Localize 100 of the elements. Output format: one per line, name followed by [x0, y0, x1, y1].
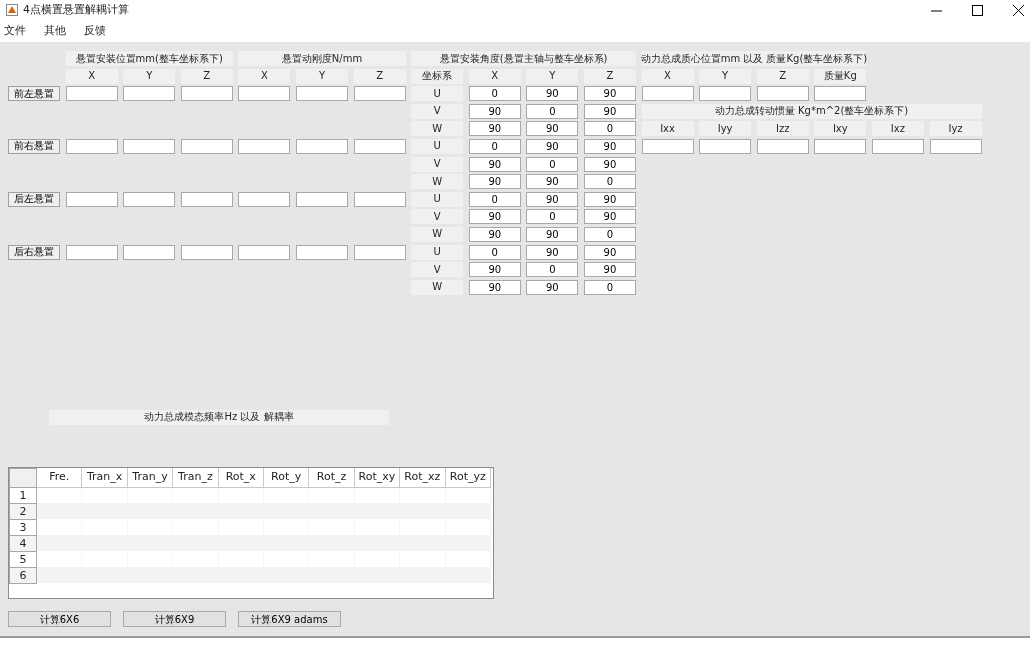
input-field[interactable]: 90 — [526, 121, 579, 137]
mount-button[interactable]: 后左悬置 — [8, 191, 60, 207]
input-field[interactable] — [65, 244, 118, 260]
input-field[interactable] — [641, 86, 694, 102]
column-header: Rot_xy — [354, 468, 400, 488]
input-field[interactable]: 0 — [526, 103, 579, 119]
column-header: Rot_yz — [445, 468, 491, 488]
section-title: 悬置动刚度N/mm — [238, 51, 406, 66]
input-field[interactable]: 90 — [468, 103, 521, 119]
input-field[interactable]: 0 — [583, 279, 636, 295]
column-label: X — [468, 68, 521, 84]
column-label: Ixz — [871, 121, 924, 137]
row-label: U — [411, 138, 464, 154]
input-field[interactable]: 90 — [583, 138, 636, 154]
input-field[interactable] — [814, 86, 867, 102]
input-field[interactable] — [929, 138, 982, 154]
input-field[interactable] — [180, 244, 233, 260]
input-field[interactable] — [295, 191, 348, 207]
input-field[interactable] — [238, 244, 291, 260]
column-header: Fre. — [36, 468, 82, 488]
input-field[interactable] — [123, 191, 176, 207]
column-label: Y — [295, 68, 348, 84]
input-field[interactable]: 90 — [468, 174, 521, 190]
input-field[interactable]: 90 — [526, 279, 579, 295]
column-header: Tran_z — [172, 468, 219, 488]
calculate-button[interactable]: 计算6X9 adams — [238, 610, 341, 627]
input-field[interactable] — [641, 138, 694, 154]
input-field[interactable]: 90 — [583, 86, 636, 102]
input-field[interactable]: 90 — [468, 262, 521, 278]
mount-button[interactable]: 前右悬置 — [8, 138, 60, 154]
input-field[interactable]: 90 — [526, 226, 579, 242]
input-field[interactable] — [65, 86, 118, 102]
column-label: 质量Kg — [814, 68, 867, 84]
input-field[interactable]: 0 — [583, 174, 636, 190]
input-field[interactable]: 90 — [468, 209, 521, 225]
input-field[interactable]: 0 — [526, 156, 579, 172]
input-field[interactable]: 90 — [468, 279, 521, 295]
input-field[interactable] — [65, 138, 118, 154]
input-field[interactable]: 90 — [583, 191, 636, 207]
input-field[interactable]: 90 — [583, 244, 636, 260]
column-label: Izz — [756, 121, 809, 137]
input-field[interactable] — [756, 86, 809, 102]
input-field[interactable] — [353, 191, 406, 207]
input-field[interactable]: 90 — [468, 226, 521, 242]
input-field[interactable]: 90 — [526, 174, 579, 190]
mount-button[interactable]: 前左悬置 — [8, 86, 60, 102]
row-label: W — [411, 279, 464, 295]
input-field[interactable]: 90 — [583, 156, 636, 172]
menu-item[interactable]: 文件 — [4, 22, 26, 40]
mount-button[interactable]: 后右悬置 — [8, 244, 60, 260]
menu-item[interactable]: 反馈 — [84, 22, 106, 40]
input-field[interactable] — [699, 138, 752, 154]
input-field[interactable] — [353, 86, 406, 102]
input-field[interactable]: 0 — [583, 121, 636, 137]
input-field[interactable] — [238, 191, 291, 207]
column-label: Y — [699, 68, 752, 84]
calculate-button[interactable]: 计算6X9 — [123, 610, 226, 627]
input-field[interactable] — [814, 138, 867, 154]
input-field[interactable]: 0 — [468, 86, 521, 102]
input-field[interactable]: 0 — [583, 226, 636, 242]
input-field[interactable]: 0 — [468, 244, 521, 260]
column-header: Rot_x — [218, 468, 264, 488]
input-field[interactable] — [699, 86, 752, 102]
input-field[interactable]: 90 — [583, 262, 636, 278]
input-field[interactable] — [180, 191, 233, 207]
input-field[interactable] — [123, 86, 176, 102]
section-title: 悬置安装角度(悬置主轴与整车坐标系) — [411, 51, 636, 66]
input-field[interactable]: 0 — [526, 209, 579, 225]
input-field[interactable] — [238, 138, 291, 154]
input-field[interactable]: 90 — [583, 103, 636, 119]
close-icon[interactable] — [1013, 4, 1024, 16]
input-field[interactable] — [353, 138, 406, 154]
input-field[interactable] — [295, 138, 348, 154]
input-field[interactable] — [180, 86, 233, 102]
input-field[interactable]: 90 — [526, 244, 579, 260]
input-field[interactable] — [123, 138, 176, 154]
input-field[interactable] — [180, 138, 233, 154]
input-field[interactable]: 90 — [526, 86, 579, 102]
column-header: Tran_y — [127, 468, 173, 488]
input-field[interactable]: 90 — [526, 138, 579, 154]
input-field[interactable]: 0 — [468, 138, 521, 154]
input-field[interactable] — [756, 138, 809, 154]
input-field[interactable]: 90 — [468, 121, 521, 137]
input-field[interactable]: 0 — [468, 191, 521, 207]
calculate-button[interactable]: 计算6X6 — [8, 610, 111, 627]
input-field[interactable] — [238, 86, 291, 102]
input-field[interactable]: 90 — [468, 156, 521, 172]
input-field[interactable]: 90 — [526, 191, 579, 207]
row-label: W — [411, 226, 464, 242]
input-field[interactable] — [123, 244, 176, 260]
input-field[interactable] — [65, 191, 118, 207]
menu-item[interactable]: 其他 — [44, 22, 66, 40]
input-field[interactable]: 90 — [583, 209, 636, 225]
maximize-icon[interactable] — [972, 4, 983, 16]
input-field[interactable] — [353, 244, 406, 260]
input-field[interactable]: 0 — [526, 262, 579, 278]
input-field[interactable] — [295, 86, 348, 102]
input-field[interactable] — [295, 244, 348, 260]
row-label: U — [411, 86, 464, 102]
input-field[interactable] — [871, 138, 924, 154]
